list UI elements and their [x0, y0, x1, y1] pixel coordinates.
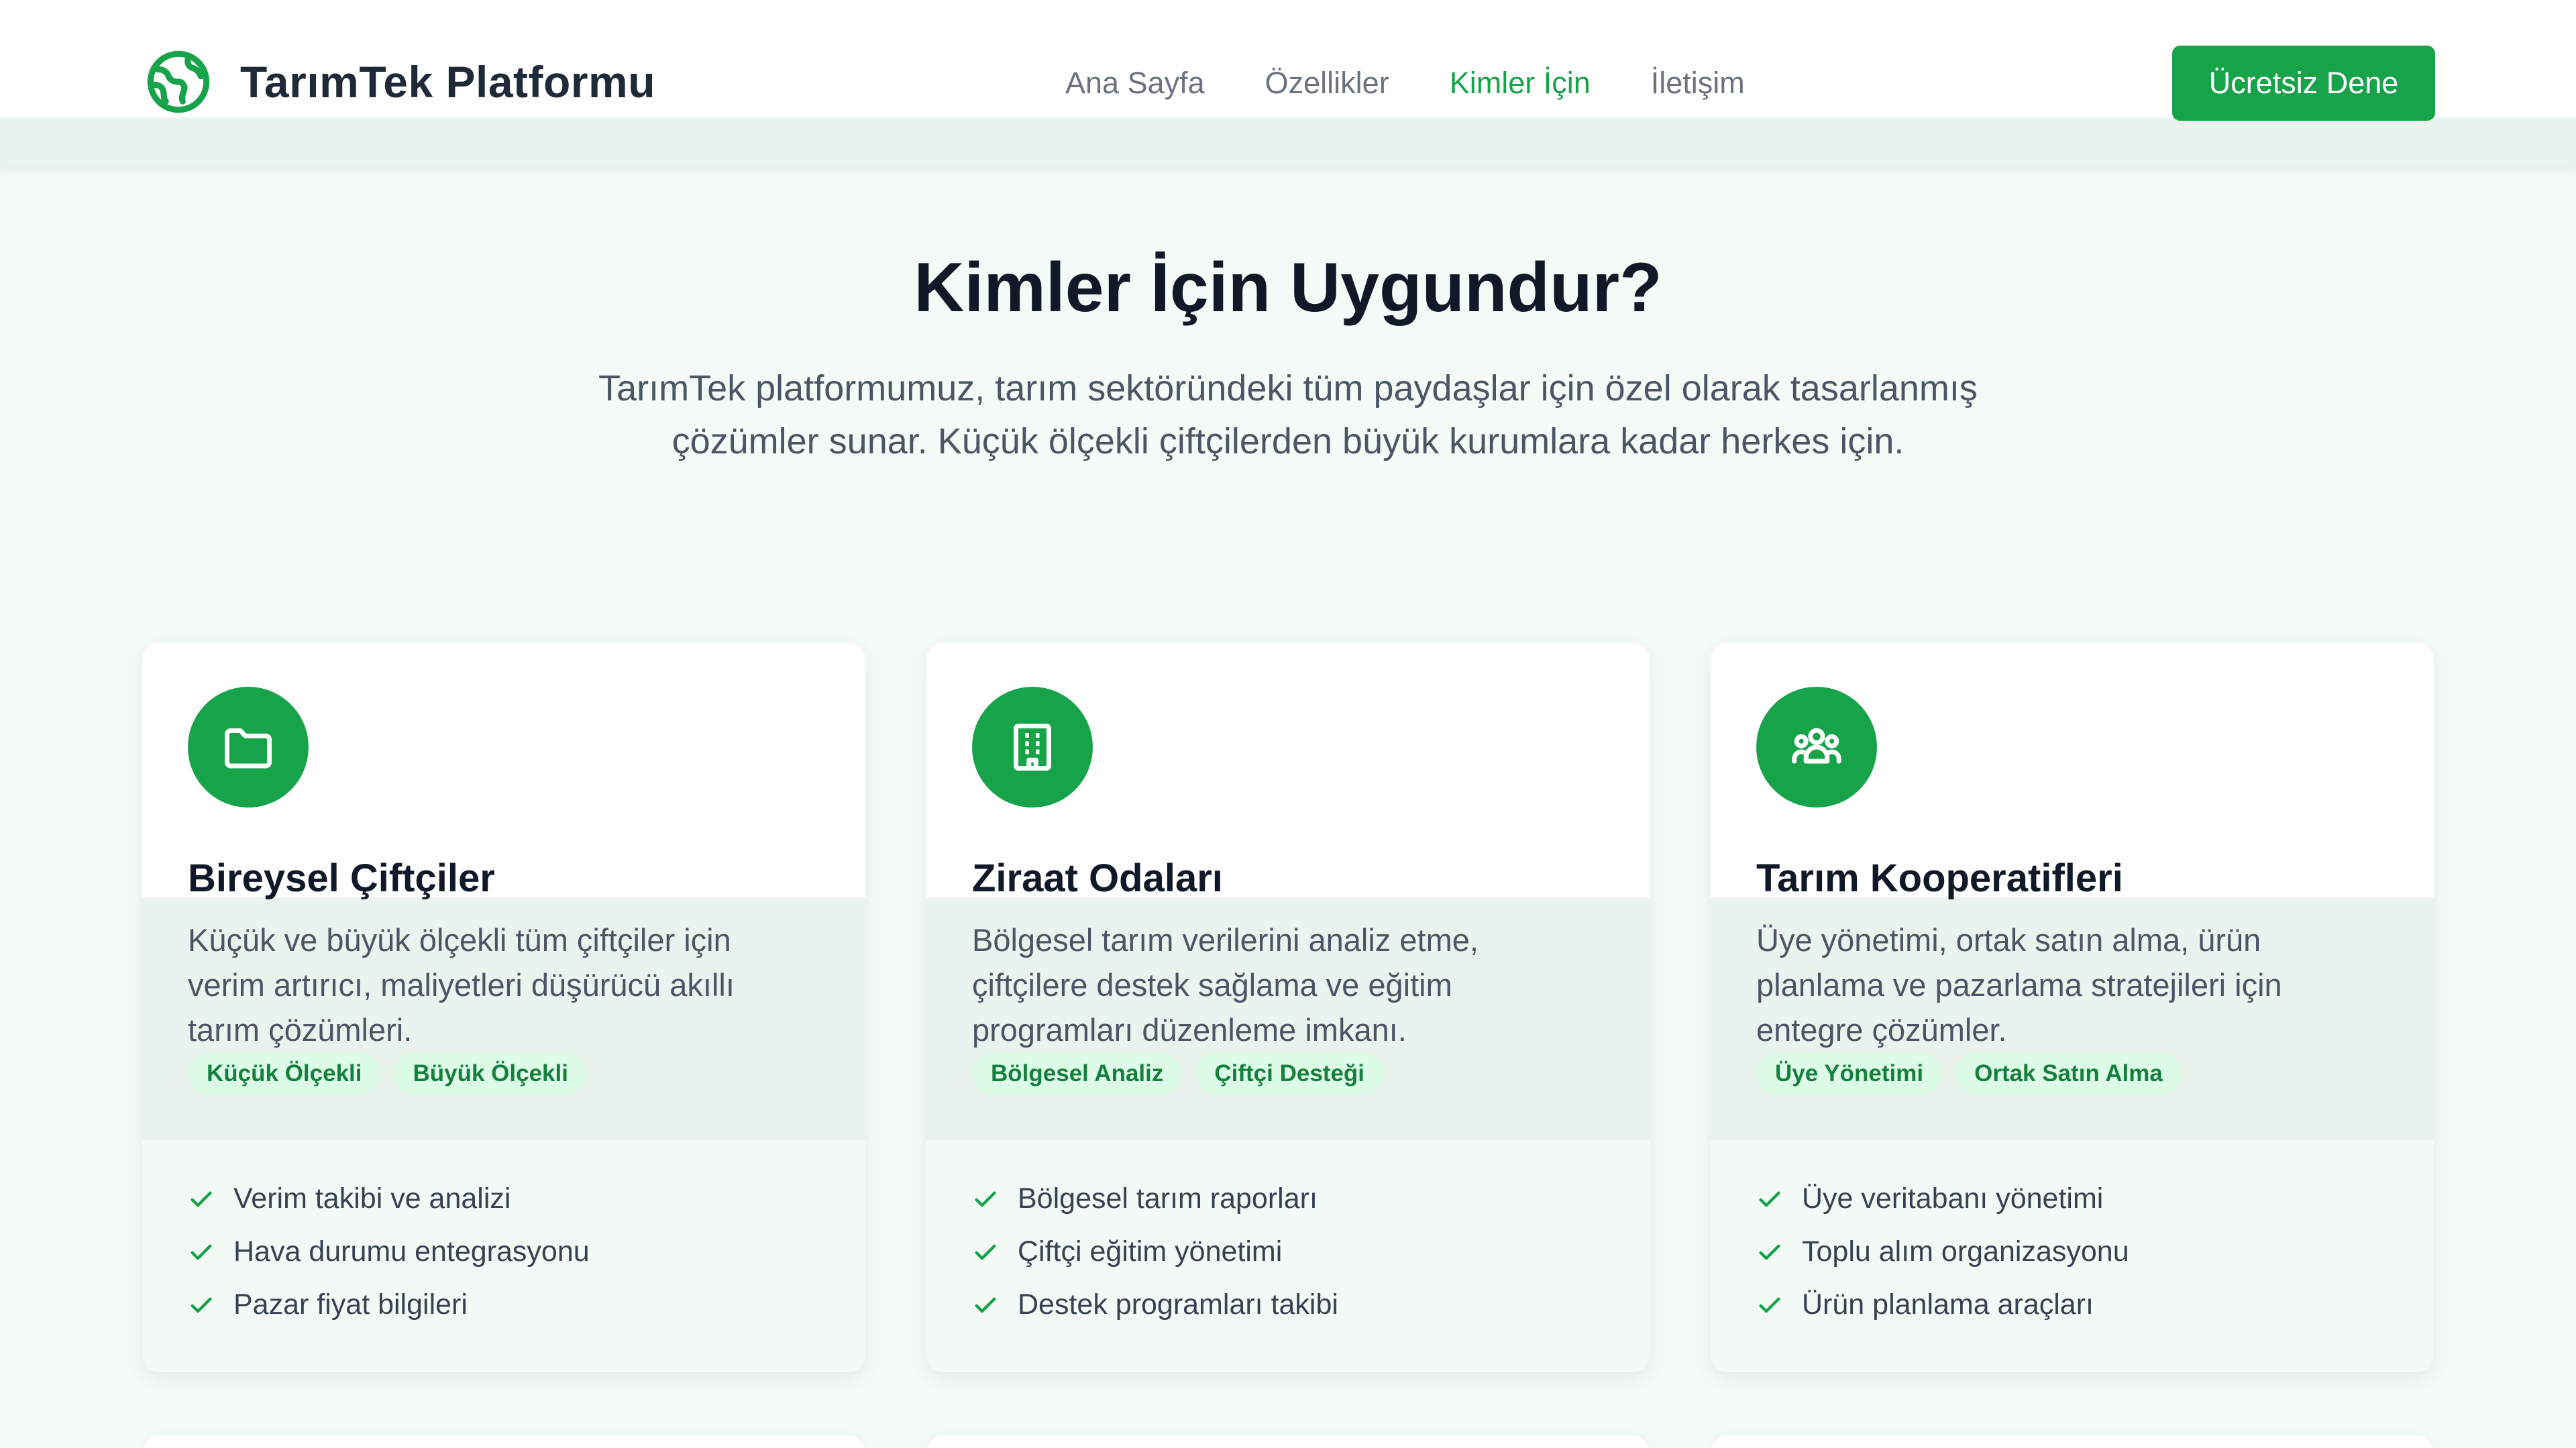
check-icon [191, 1297, 212, 1313]
card-icon-circle [188, 687, 309, 807]
building-icon [1014, 724, 1051, 771]
feature-label: Bölgesel tarım raporları [1018, 1182, 1318, 1215]
card-agriculture-chambers: Ziraat Odaları Bölgesel tarım verilerini… [926, 643, 1650, 1372]
card-description: Küçük ve büyük ölçekli tüm çiftçiler içi… [188, 922, 735, 1048]
feature-label: Toplu alım organizasyonu [1802, 1235, 2129, 1268]
card-next-row-peek [142, 1435, 865, 1448]
tag: Bölgesel Analiz [972, 1053, 1183, 1095]
feature-label: Hava durumu entegrasyonu [233, 1235, 590, 1268]
check-icon [1759, 1244, 1780, 1260]
card-title: Tarım Kooperatifleri [1756, 856, 2123, 900]
feature-item: Verim takibi ve analizi [188, 1172, 590, 1225]
feature-label: Çiftçi eğitim yönetimi [1018, 1235, 1283, 1268]
check-icon [975, 1244, 996, 1260]
feature-item: Destek programları takibi [972, 1278, 1338, 1331]
card-title: Bireysel Çiftçiler [188, 856, 495, 900]
feature-label: Pazar fiyat bilgileri [233, 1288, 468, 1321]
folder-icon [225, 728, 272, 769]
check-icon [1759, 1297, 1780, 1313]
nav-item-who-for[interactable]: Kimler İçin [1450, 62, 1591, 105]
tag-list: Küçük Ölçekli Büyük Ölçekli [188, 1053, 587, 1095]
card-icon-circle [1756, 687, 1877, 807]
tag: Çiftçi Desteği [1195, 1053, 1384, 1095]
card-next-row-peek [1711, 1435, 2434, 1448]
feature-label: Üye veritabanı yönetimi [1802, 1182, 2104, 1215]
card-title: Ziraat Odaları [972, 856, 1223, 900]
main-nav: Ana Sayfa Özellikler Kimler İçin İletişi… [1065, 62, 1805, 105]
feature-item: Bölgesel tarım raporları [972, 1172, 1338, 1225]
feature-item: Çiftçi eğitim yönetimi [972, 1225, 1338, 1278]
tag: Küçük Ölçekli [188, 1053, 381, 1095]
nav-item-contact[interactable]: İletişim [1651, 62, 1745, 105]
feature-label: Ürün planlama araçları [1802, 1288, 2094, 1321]
brand-name: TarımTek Platformu [240, 57, 656, 107]
section-title: Kimler İçin Uygundur? [914, 249, 1662, 327]
tag: Ortak Satın Alma [1955, 1053, 2182, 1095]
card-description: Bölgesel tarım verilerini analiz etme, ç… [972, 922, 1479, 1048]
feature-list: Verim takibi ve analizi Hava durumu ente… [188, 1172, 590, 1331]
tag-list: Üye Yönetimi Ortak Satın Alma [1756, 1053, 2182, 1095]
feature-label: Verim takibi ve analizi [233, 1182, 511, 1215]
site-header: TarımTek Platformu Ana Sayfa Özellikler … [0, 0, 2576, 166]
check-icon [191, 1191, 212, 1207]
feature-item: Ürün planlama araçları [1756, 1278, 2129, 1331]
feature-item: Pazar fiyat bilgileri [188, 1278, 590, 1331]
globe-leaf-icon [147, 50, 210, 113]
tag: Büyük Ölçekli [394, 1053, 587, 1095]
section-subtitle: TarımTek platformumuz, tarım sektöründek… [598, 368, 1978, 461]
check-icon [975, 1191, 996, 1207]
feature-label: Destek programları takibi [1018, 1288, 1338, 1321]
nav-item-features[interactable]: Özellikler [1265, 62, 1389, 105]
feature-item: Üye veritabanı yönetimi [1756, 1172, 2129, 1225]
feature-item: Toplu alım organizasyonu [1756, 1225, 2129, 1278]
card-individual-farmers: Bireysel Çiftçiler Küçük ve büyük ölçekl… [142, 643, 865, 1372]
check-icon [1759, 1191, 1780, 1207]
card-icon-circle [972, 687, 1093, 807]
users-group-icon [1792, 728, 1841, 764]
tag: Üye Yönetimi [1756, 1053, 1943, 1095]
feature-item: Hava durumu entegrasyonu [188, 1225, 590, 1278]
card-agriculture-cooperatives: Tarım Kooperatifleri Üye yönetimi, ortak… [1711, 643, 2434, 1372]
card-next-row-peek [926, 1435, 1650, 1448]
tag-list: Bölgesel Analiz Çiftçi Desteği [972, 1053, 1384, 1095]
brand[interactable]: TarımTek Platformu [145, 48, 655, 115]
check-icon [191, 1244, 212, 1260]
feature-list: Üye veritabanı yönetimi Toplu alım organ… [1756, 1172, 2129, 1331]
check-icon [975, 1297, 996, 1313]
nav-item-home[interactable]: Ana Sayfa [1065, 62, 1205, 105]
feature-list: Bölgesel tarım raporları Çiftçi eğitim y… [972, 1172, 1338, 1331]
card-description: Üye yönetimi, ortak satın alma, ürün pla… [1756, 922, 2282, 1048]
free-trial-button[interactable]: Ücretsiz Dene [2172, 46, 2435, 121]
